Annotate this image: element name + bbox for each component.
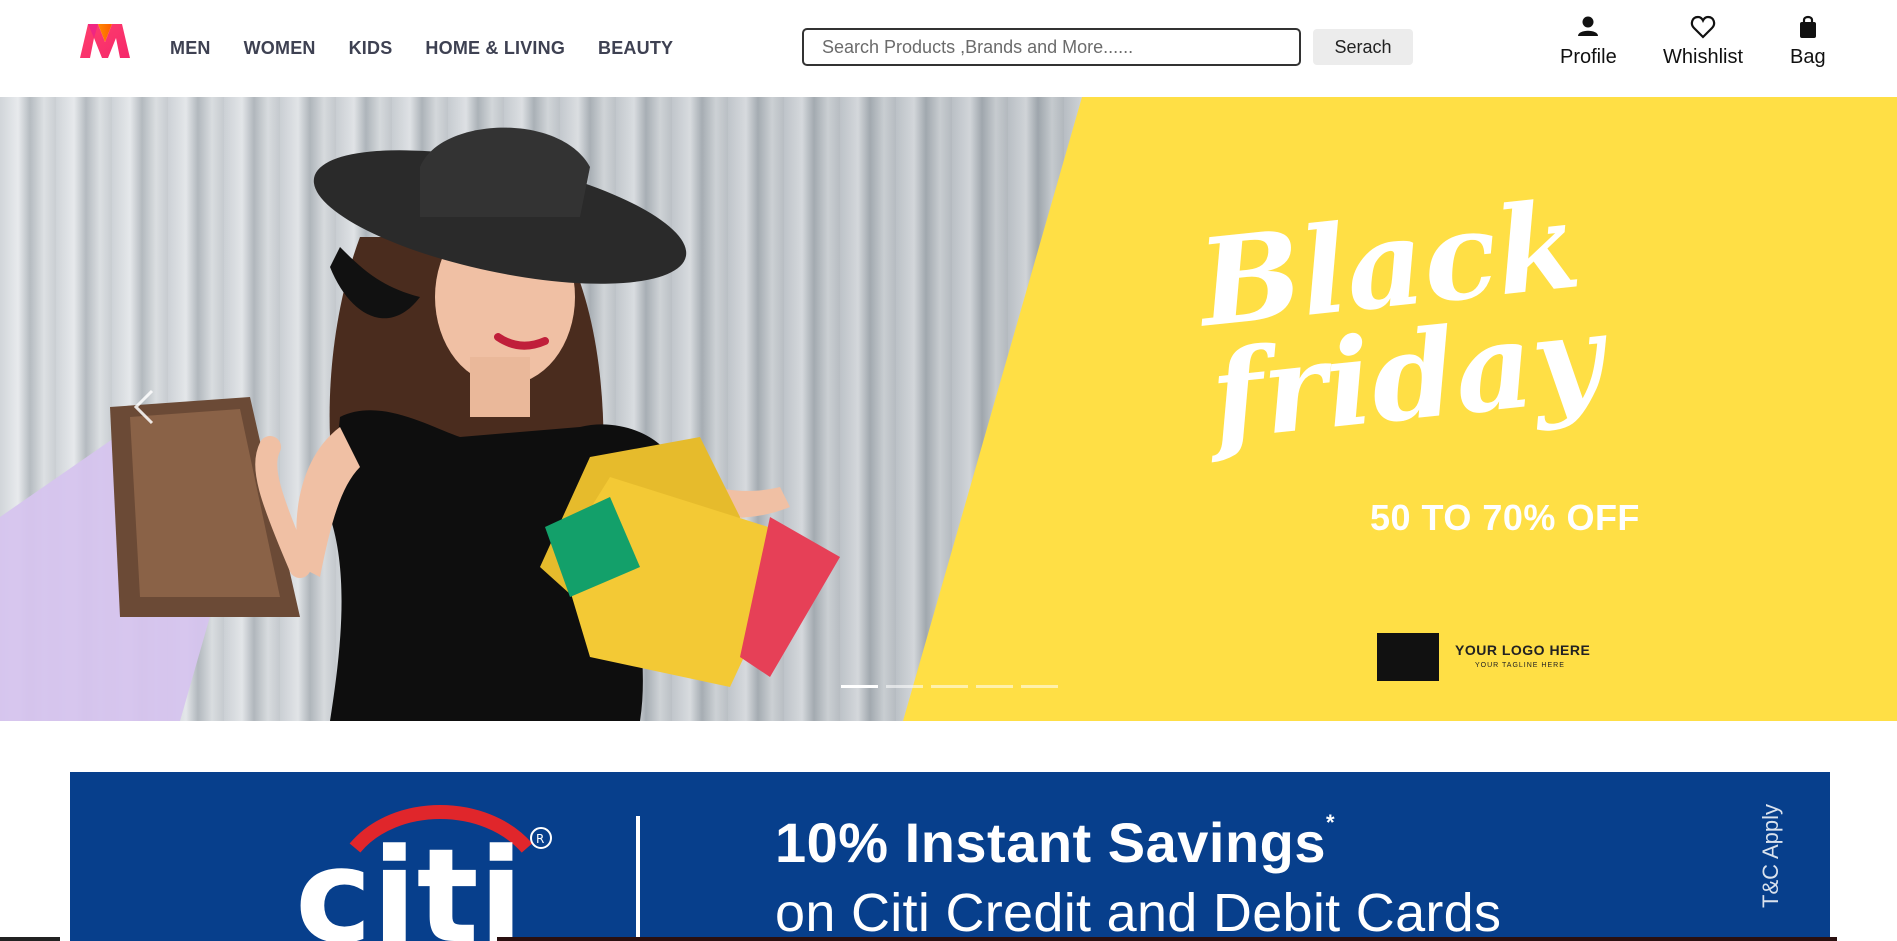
hero-tagline: YOUR TAGLINE HERE xyxy=(1475,662,1565,669)
svg-text:citi: citi xyxy=(295,820,523,941)
hero-offer: 50 TO 70% OFF xyxy=(1370,497,1640,538)
nav-link-women[interactable]: WOMEN xyxy=(244,38,316,59)
svg-text:R: R xyxy=(536,832,544,846)
carousel-indicators xyxy=(841,685,1058,688)
savings-headline: 10% Instant Savings* xyxy=(775,810,1335,875)
carousel-indicator-5[interactable] xyxy=(1021,685,1058,688)
citi-logo: citi R xyxy=(295,805,552,941)
bottom-edge-line-right xyxy=(497,937,1837,941)
hero-logo-text: YOUR LOGO HERE xyxy=(1455,642,1591,658)
bottom-edge-line-left xyxy=(0,937,60,941)
citi-offer-banner[interactable]: citi R 10% Instant Savings* on Citi Cred… xyxy=(70,772,1830,941)
profile-button[interactable]: Profile xyxy=(1560,12,1617,69)
top-navbar: MEN WOMEN KIDS HOME & LIVING BEAUTY Sera… xyxy=(0,0,1897,96)
placeholder-logo-square xyxy=(1377,633,1439,681)
carousel-prev-icon[interactable] xyxy=(130,387,160,427)
wishlist-button[interactable]: Whishlist xyxy=(1663,12,1743,69)
bag-label: Bag xyxy=(1790,46,1826,68)
wishlist-label: Whishlist xyxy=(1663,46,1744,68)
hero-headline-line-2: friday xyxy=(1204,286,1610,468)
search-button[interactable]: Serach xyxy=(1313,29,1413,65)
carousel-indicator-4[interactable] xyxy=(976,685,1013,688)
carousel-indicator-2[interactable] xyxy=(886,685,923,688)
search-input[interactable] xyxy=(802,28,1301,66)
nav-link-men[interactable]: MEN xyxy=(170,38,211,59)
heart-icon xyxy=(1690,15,1716,39)
profile-icon xyxy=(1578,16,1599,36)
shopping-woman-illustration xyxy=(0,127,840,721)
savings-headline-text: 10% Instant Savings xyxy=(775,811,1327,874)
myntra-logo[interactable] xyxy=(76,20,134,62)
profile-label: Profile xyxy=(1560,46,1617,68)
savings-asterisk: * xyxy=(1326,810,1336,835)
hero-headline: Black friday xyxy=(1193,174,1610,468)
savings-subline: on Citi Credit and Debit Cards xyxy=(775,883,1502,941)
carousel-indicator-1[interactable] xyxy=(841,685,878,688)
nav-link-kids[interactable]: KIDS xyxy=(349,38,393,59)
nav-link-beauty[interactable]: BEAUTY xyxy=(598,38,673,59)
category-nav: MEN WOMEN KIDS HOME & LIVING BEAUTY xyxy=(170,0,673,96)
bag-button[interactable]: Bag xyxy=(1790,12,1826,69)
citi-divider xyxy=(636,816,640,941)
nav-link-home-living[interactable]: HOME & LIVING xyxy=(425,38,565,59)
bag-icon xyxy=(1799,15,1816,38)
carousel-indicator-3[interactable] xyxy=(931,685,968,688)
hero-carousel[interactable]: Black friday 50 TO 70% OFF YOUR LOGO HER… xyxy=(0,97,1897,721)
terms-apply: T&C Apply xyxy=(1758,804,1783,908)
